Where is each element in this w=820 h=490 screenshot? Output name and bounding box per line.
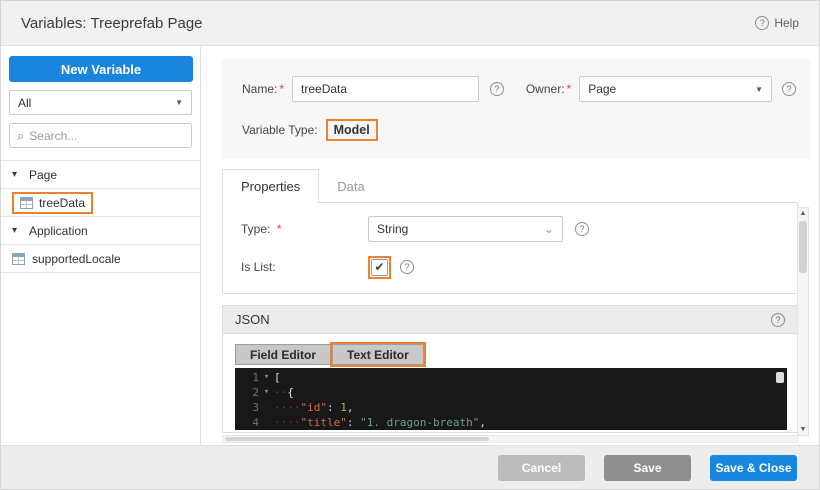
model-variable-icon (20, 197, 33, 209)
line-number: 2 (235, 385, 259, 400)
variable-filter-select[interactable]: All ▼ (9, 90, 192, 115)
horizontal-scrollbar-thumb[interactable] (225, 437, 489, 441)
json-panel-header: JSON ? (223, 306, 797, 334)
code-text: ··{ (274, 385, 294, 400)
type-selected-value: String (377, 222, 408, 236)
cancel-button[interactable]: Cancel (498, 455, 585, 481)
scrollbar-thumb[interactable] (799, 221, 807, 273)
caret-down-icon[interactable]: ▾ (12, 169, 22, 180)
search-box: ⌕ (9, 123, 192, 148)
field-editor-button[interactable]: Field Editor (235, 344, 330, 365)
required-asterisk: * (277, 222, 282, 236)
sidebar: New Variable All ▼ ⌕ ▾ Page treeData (1, 47, 201, 445)
code-line[interactable]: 4 ····"title": "1. dragon-breath", (235, 415, 787, 430)
line-number: 1 (235, 370, 259, 385)
required-asterisk: * (567, 82, 572, 96)
help-icon[interactable]: ? (400, 260, 414, 274)
type-select[interactable]: String ⌄ (368, 216, 563, 242)
chevron-down-icon: ⌄ (544, 222, 554, 236)
code-lines: 1▾[2▾··{3····"id": 1,4····"title": "1. d… (235, 370, 787, 430)
save-close-button[interactable]: Save & Close (710, 455, 797, 481)
editor-mode-toggle: Field Editor Text Editor (235, 342, 426, 367)
model-variable-icon (12, 253, 25, 265)
required-asterisk: * (279, 82, 284, 96)
search-input[interactable] (29, 129, 184, 143)
fold-spacer (259, 415, 274, 430)
tree-item-treedata[interactable]: treeData (1, 189, 200, 217)
owner-selected-value: Page (588, 82, 616, 96)
owner-label: Owner: (526, 82, 565, 96)
tab-properties[interactable]: Properties (222, 169, 319, 203)
help-button[interactable]: ? Help (755, 16, 799, 30)
code-text: ····"title": "1. dragon-breath", (274, 415, 486, 430)
new-variable-button[interactable]: New Variable (9, 56, 193, 82)
variable-type-row: Variable Type: Model (242, 118, 796, 142)
help-icon[interactable]: ? (771, 313, 785, 327)
is-list-label: Is List: (241, 260, 368, 274)
owner-select[interactable]: Page ▼ (579, 76, 772, 102)
name-owner-row: Name: * ? Owner: * Page ▼ ? (242, 76, 796, 102)
annotation-checkbox: ✔ (368, 256, 391, 279)
variable-type-value: Model (328, 121, 376, 139)
json-panel: JSON ? Field Editor Text Editor 1▾[2▾··{… (222, 305, 798, 433)
chevron-down-icon: ▼ (755, 85, 763, 94)
tree-item-label: treeData (39, 196, 85, 210)
content-scrollbar[interactable]: ▲ ▼ (797, 207, 809, 436)
type-row: Type: * String ⌄ ? (241, 216, 589, 242)
help-icon[interactable]: ? (782, 82, 796, 96)
filter-selected-value: All (18, 96, 31, 110)
scroll-down-icon[interactable]: ▼ (800, 424, 807, 435)
text-editor-button[interactable]: Text Editor (332, 344, 424, 365)
fold-spacer (259, 400, 274, 415)
variable-type-label: Variable Type: (242, 123, 318, 137)
tree-group-label: Page (29, 168, 57, 182)
code-editor[interactable]: 1▾[2▾··{3····"id": 1,4····"title": "1. d… (235, 368, 787, 430)
annotation-text-editor: Text Editor (330, 342, 426, 367)
dialog-header: Variables: Treeprefab Page ? Help (1, 1, 819, 46)
tree-group-label: Application (29, 224, 88, 238)
properties-panel: Type: * String ⌄ ? Is List: ✔ ? (222, 202, 798, 294)
editor-scrollbar-thumb[interactable] (776, 372, 784, 383)
name-label: Name: (242, 82, 277, 96)
chevron-down-icon: ▼ (175, 98, 183, 107)
save-button[interactable]: Save (604, 455, 691, 481)
code-line[interactable]: 3 ····"id": 1, (235, 400, 787, 415)
variable-summary-panel: Name: * ? Owner: * Page ▼ ? Variable Typ… (222, 59, 810, 159)
tab-bar: Properties Data (222, 169, 383, 203)
help-icon[interactable]: ? (575, 222, 589, 236)
json-panel-title: JSON (235, 312, 270, 327)
is-list-checkbox[interactable]: ✔ (371, 259, 388, 276)
fold-icon[interactable]: ▾ (259, 385, 274, 400)
tree-item-label: supportedLocale (32, 252, 121, 266)
main-content: Name: * ? Owner: * Page ▼ ? Variable Typ… (202, 47, 819, 445)
annotation-treedata: treeData (12, 192, 93, 214)
type-label-wrap: Type: * (241, 220, 368, 238)
annotation-model: Model (326, 119, 378, 141)
tree-group-page[interactable]: ▾ Page (1, 161, 200, 189)
code-text: ····"id": 1, (274, 400, 354, 415)
variables-dialog: Variables: Treeprefab Page ? Help New Va… (0, 0, 820, 490)
code-line[interactable]: 1▾[ (235, 370, 787, 385)
footer-bar: Cancel Save Save & Close (1, 445, 819, 489)
tree-group-application[interactable]: ▾ Application (1, 217, 200, 245)
caret-down-icon[interactable]: ▾ (12, 225, 22, 236)
type-label: Type: (241, 222, 270, 236)
search-icon: ⌕ (17, 129, 24, 142)
fold-icon[interactable]: ▾ (259, 370, 274, 385)
help-icon[interactable]: ? (490, 82, 504, 96)
scroll-up-icon[interactable]: ▲ (800, 208, 807, 219)
is-list-row: Is List: ✔ ? (241, 255, 414, 279)
help-icon: ? (755, 16, 769, 30)
horizontal-scrollbar[interactable] (222, 435, 798, 443)
help-label: Help (774, 16, 799, 30)
line-number: 3 (235, 400, 259, 415)
code-line[interactable]: 2▾··{ (235, 385, 787, 400)
name-input[interactable] (292, 76, 479, 102)
tab-data[interactable]: Data (319, 169, 382, 203)
code-text: [ (274, 370, 281, 385)
page-title: Variables: Treeprefab Page (21, 15, 203, 32)
line-number: 4 (235, 415, 259, 430)
variables-tree: ▾ Page treeData ▾ Application supp (1, 160, 200, 273)
tree-item-supportedlocale[interactable]: supportedLocale (1, 245, 200, 273)
